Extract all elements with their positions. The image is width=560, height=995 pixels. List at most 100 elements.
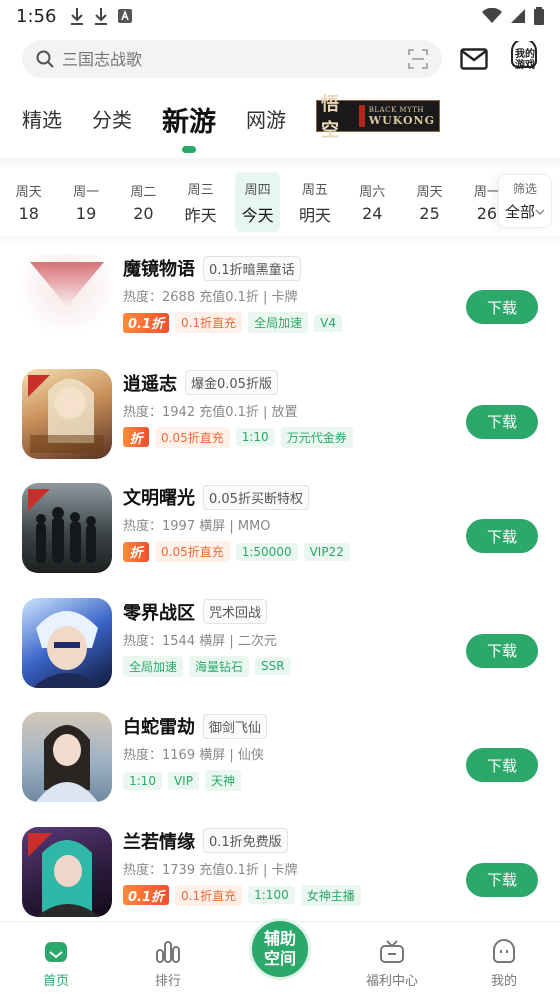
scan-icon[interactable] <box>408 49 428 69</box>
wukong-title: BLACK MYTH WUKONG <box>369 106 435 127</box>
game-icon <box>22 597 112 688</box>
download-button[interactable]: 下载 <box>466 290 538 324</box>
banner-line2: WUKONG <box>368 113 435 127</box>
download-button[interactable]: 下载 <box>466 862 538 897</box>
day-weekday: 周一 <box>473 185 500 200</box>
day-strip: 周天 18 周一 19 周二 20 周三 昨天 周四 今天 周五 明天 周六 24 周天 25 … <box>0 168 560 236</box>
profile-icon <box>493 939 515 963</box>
tag: 海量钻石 <box>189 655 250 677</box>
mail-icon <box>460 48 488 70</box>
day-date: 19 <box>75 204 97 223</box>
day-weekday: 周二 <box>130 185 157 200</box>
tag: 0.1折直充 <box>175 312 243 333</box>
assist-space-button[interactable]: 辅助 空间 <box>249 918 311 980</box>
tag: SSR <box>255 657 291 676</box>
day-item-today[interactable]: 周四 今天 <box>235 172 281 232</box>
game-name: 逍遥志 <box>123 373 177 395</box>
day-date: 昨天 <box>184 205 217 225</box>
search-icon <box>36 50 54 68</box>
discount-badge: 0.1折 <box>123 885 170 906</box>
tab-label: 网游 <box>246 108 286 132</box>
ranking-icon <box>156 941 180 963</box>
game-row[interactable]: 魔镜物语 0.1折暗黑童话 热度：2688 充值0.1折 | 卡牌 0.1折 0.… <box>0 254 560 369</box>
game-name: 文明曙光 <box>123 488 195 510</box>
tag: 1:10 <box>123 771 162 790</box>
signal-icon <box>511 9 525 23</box>
tag: 1:100 <box>248 886 295 905</box>
game-subtitle: 咒术回战 <box>203 599 268 625</box>
tab-categories[interactable]: 分类 <box>92 92 132 133</box>
day-item[interactable]: 周天 18 <box>0 172 57 232</box>
day-item[interactable]: 周一 19 <box>58 172 115 232</box>
search-bar[interactable] <box>22 40 442 78</box>
download-button[interactable]: 下载 <box>466 748 538 783</box>
wukong-banner[interactable]: 悟空 BLACK MYTH WUKONG <box>316 94 440 141</box>
mail-button[interactable] <box>460 45 488 73</box>
tv-gift-icon <box>380 940 404 963</box>
day-date: 明天 <box>298 205 331 225</box>
status-bar: 1:56 <box>0 0 560 32</box>
tag: VIP <box>167 771 199 790</box>
nav-home[interactable]: 首页 <box>0 922 112 995</box>
day-item[interactable]: 周五 明天 <box>286 172 343 232</box>
day-date: 18 <box>18 204 39 223</box>
game-row[interactable]: 文明曙光 0.05折买断特权 热度：1997 横屏 | MMO 折 0.05折直充… <box>0 483 560 598</box>
nav-welfare[interactable]: 福利中心 <box>336 922 448 995</box>
day-date: 24 <box>362 204 383 223</box>
day-weekday: 周五 <box>301 182 328 198</box>
assist-line1: 辅助 <box>263 929 296 948</box>
battery-icon <box>534 7 544 25</box>
tab-label: 分类 <box>92 108 132 132</box>
day-date: 今天 <box>241 205 274 225</box>
game-subtitle: 爆金0.05折版 <box>185 370 278 396</box>
day-item[interactable]: 周六 24 <box>344 172 401 232</box>
day-date: 25 <box>419 204 440 223</box>
tag: 全局加速 <box>248 312 309 333</box>
search-row: 我的游戏 <box>22 38 542 78</box>
day-weekday: 周一 <box>73 185 100 200</box>
my-games-button[interactable]: 我的游戏 <box>506 38 542 77</box>
nav-label: 首页 <box>42 974 69 989</box>
category-tabs: 精选 分类 新游 网游 悟空 BLACK MYTH WUKONG <box>22 92 542 153</box>
filter-button[interactable]: 筛选 全部 <box>498 174 552 228</box>
nav-mine[interactable]: 我的 <box>448 922 560 995</box>
download-button[interactable]: 下载 <box>466 519 538 554</box>
game-name: 兰若情缘 <box>123 831 195 853</box>
tag: 1:50000 <box>235 542 298 561</box>
nav-label: 排行 <box>154 974 181 989</box>
game-icon <box>22 368 112 459</box>
game-list: 魔镜物语 0.1折暗黑童话 热度：2688 充值0.1折 | 卡牌 0.1折 0.… <box>0 254 560 942</box>
active-tab-indicator <box>182 146 196 153</box>
download-button[interactable]: 下载 <box>466 633 538 668</box>
tag: 0.05折直充 <box>155 426 230 448</box>
tag: 女神主播 <box>300 884 361 906</box>
day-weekday: 周四 <box>244 182 271 198</box>
tab-online-games[interactable]: 网游 <box>246 92 286 133</box>
tag: 万元代金券 <box>280 426 353 448</box>
tab-new-games[interactable]: 新游 <box>162 92 216 153</box>
tag: VIP22 <box>303 542 350 561</box>
divider <box>0 158 560 166</box>
search-input[interactable] <box>62 49 408 69</box>
download-icon <box>71 8 84 25</box>
game-subtitle: 御剑飞仙 <box>203 713 268 739</box>
day-weekday: 周天 <box>416 185 443 200</box>
nav-ranking[interactable]: 排行 <box>112 922 224 995</box>
day-item[interactable]: 周三 昨天 <box>172 172 229 232</box>
day-item[interactable]: 周天 25 <box>401 172 458 232</box>
download-button[interactable]: 下载 <box>466 404 538 439</box>
status-time: 1:56 <box>16 5 57 27</box>
my-games-label: 我的游戏 <box>515 49 535 71</box>
game-row[interactable]: 逍遥志 爆金0.05折版 热度：1942 充值0.1折 | 放置 折 0.05折直… <box>0 368 560 484</box>
game-row[interactable]: 白蛇雷劫 御剑飞仙 热度：1169 横屏 | 仙侠 1:10 VIP 天神 下载 <box>0 712 560 827</box>
tag: 天神 <box>204 770 241 792</box>
tab-featured[interactable]: 精选 <box>22 92 62 133</box>
download-icon <box>95 8 108 25</box>
chevron-down-icon <box>535 209 545 215</box>
game-row[interactable]: 零界战区 咒术回战 热度：1544 横屏 | 二次元 全局加速 海量钻石 SSR … <box>0 597 560 713</box>
tag: 0.05折直充 <box>155 541 230 563</box>
game-subtitle: 0.05折买断特权 <box>203 484 309 510</box>
nav-label: 福利中心 <box>365 974 418 989</box>
day-item[interactable]: 周二 20 <box>115 172 172 232</box>
discount-badge: 0.1折 <box>123 312 170 333</box>
